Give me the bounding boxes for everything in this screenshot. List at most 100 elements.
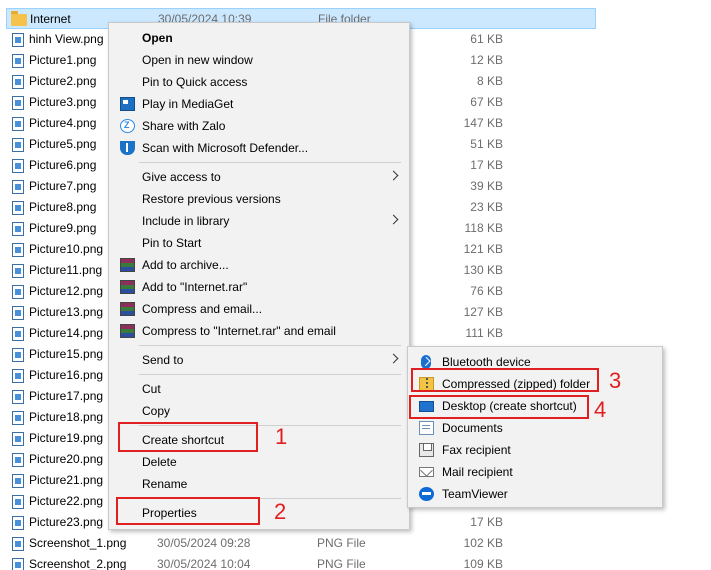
file-name: Picture22.png [29, 494, 104, 508]
bluetooth-icon [421, 355, 431, 369]
menu-open[interactable]: Open [111, 27, 407, 49]
highlight-create-shortcut [118, 422, 258, 452]
file-name: Picture12.png [29, 284, 104, 298]
menu-restore-versions[interactable]: Restore previous versions [111, 188, 407, 210]
image-file-icon [12, 75, 24, 89]
menu-give-access-label: Give access to [142, 170, 221, 184]
menu-separator [139, 374, 401, 375]
image-file-icon [12, 390, 24, 404]
file-name: Picture7.png [29, 179, 97, 193]
menu-copy[interactable]: Copy [111, 400, 407, 422]
menu-compress-rar-email-label: Compress to "Internet.rar" and email [142, 324, 336, 338]
file-name: hinh View.png [29, 32, 104, 46]
highlight-desktop-shortcut [409, 395, 589, 419]
file-name: Picture8.png [29, 200, 97, 214]
sendto-teamviewer[interactable]: TeamViewer [410, 483, 660, 505]
menu-add-archive[interactable]: Add to archive... [111, 254, 407, 276]
menu-scan-defender-label: Scan with Microsoft Defender... [142, 141, 309, 155]
chevron-right-icon [388, 353, 399, 364]
winrar-icon [120, 324, 135, 338]
menu-add-internet-rar[interactable]: Add to "Internet.rar" [111, 276, 407, 298]
file-name: Picture10.png [29, 242, 104, 256]
file-size: 76 KB [470, 284, 503, 298]
menu-add-archive-label: Add to archive... [142, 258, 229, 272]
menu-compress-email[interactable]: Compress and email... [111, 298, 407, 320]
menu-rename-label: Rename [142, 477, 188, 491]
file-name: Screenshot_2.png [29, 557, 127, 570]
menu-share-zalo[interactable]: Share with Zalo [111, 115, 407, 137]
file-size: 147 KB [463, 116, 503, 130]
file-size: 102 KB [463, 536, 503, 550]
menu-share-zalo-label: Share with Zalo [142, 119, 226, 133]
menu-play-mediaget[interactable]: Play in MediaGet [111, 93, 407, 115]
winrar-icon [120, 302, 135, 316]
file-name: Picture3.png [29, 95, 97, 109]
sendto-fax[interactable]: Fax recipient [410, 439, 660, 461]
menu-separator [139, 345, 401, 346]
file-name: Internet [30, 12, 71, 26]
file-name: Picture5.png [29, 137, 97, 151]
menu-add-internet-rar-label: Add to "Internet.rar" [142, 280, 248, 294]
menu-open-new-window[interactable]: Open in new window [111, 49, 407, 71]
file-size: 23 KB [470, 200, 503, 214]
sendto-mail-label: Mail recipient [442, 465, 513, 479]
file-size: 39 KB [470, 179, 503, 193]
menu-delete[interactable]: Delete [111, 451, 407, 473]
annotation-number-1: 1 [275, 424, 288, 449]
file-name: Picture20.png [29, 452, 104, 466]
defender-shield-icon [120, 141, 135, 155]
file-size: 17 KB [470, 515, 503, 529]
menu-pin-quick-access[interactable]: Pin to Quick access [111, 71, 407, 93]
image-file-icon [12, 243, 24, 257]
file-name: Picture18.png [29, 410, 104, 424]
file-size: 67 KB [470, 95, 503, 109]
image-file-icon [12, 495, 24, 509]
menu-cut-label: Cut [142, 382, 161, 396]
menu-scan-defender[interactable]: Scan with Microsoft Defender... [111, 137, 407, 159]
file-size: 130 KB [463, 263, 503, 277]
image-file-icon [12, 432, 24, 446]
file-name: Picture19.png [29, 431, 104, 445]
file-name: Picture2.png [29, 74, 97, 88]
image-file-icon [12, 33, 24, 47]
file-row[interactable]: Screenshot_1.png 30/05/2024 09:28 PNG File… [6, 533, 596, 554]
image-file-icon [12, 516, 24, 530]
menu-give-access[interactable]: Give access to [111, 166, 407, 188]
folder-icon [11, 11, 27, 26]
file-size: 61 KB [470, 32, 503, 46]
sendto-documents[interactable]: Documents [410, 417, 660, 439]
image-file-icon [12, 327, 24, 341]
file-row[interactable]: Screenshot_2.png 30/05/2024 10:04 PNG File… [6, 554, 596, 570]
menu-include-library[interactable]: Include in library [111, 210, 407, 232]
menu-pin-start[interactable]: Pin to Start [111, 232, 407, 254]
file-size: 109 KB [463, 557, 503, 570]
image-file-icon [12, 180, 24, 194]
context-menu: Open Open in new window Pin to Quick acc… [108, 22, 410, 530]
image-file-icon [12, 201, 24, 215]
menu-compress-rar-email[interactable]: Compress to "Internet.rar" and email [111, 320, 407, 342]
file-name: Picture14.png [29, 326, 104, 340]
chevron-right-icon [388, 214, 399, 225]
file-name: Screenshot_1.png [29, 536, 127, 550]
menu-rename[interactable]: Rename [111, 473, 407, 495]
documents-icon [419, 421, 434, 435]
file-size: 121 KB [463, 242, 503, 256]
file-type: PNG File [317, 557, 366, 570]
image-file-icon [12, 159, 24, 173]
zalo-icon [120, 119, 135, 133]
menu-send-to[interactable]: Send to [111, 349, 407, 371]
file-size: 12 KB [470, 53, 503, 67]
highlight-properties [116, 497, 260, 525]
fax-icon [419, 443, 434, 457]
image-file-icon [12, 54, 24, 68]
menu-open-label: Open [142, 31, 173, 45]
menu-send-to-label: Send to [142, 353, 184, 367]
file-name: Picture16.png [29, 368, 104, 382]
sendto-mail[interactable]: Mail recipient [410, 461, 660, 483]
image-file-icon [12, 222, 24, 236]
image-file-icon [12, 285, 24, 299]
file-size: 111 KB [465, 326, 503, 340]
file-name: Picture15.png [29, 347, 104, 361]
file-name: Picture23.png [29, 515, 104, 529]
menu-cut[interactable]: Cut [111, 378, 407, 400]
